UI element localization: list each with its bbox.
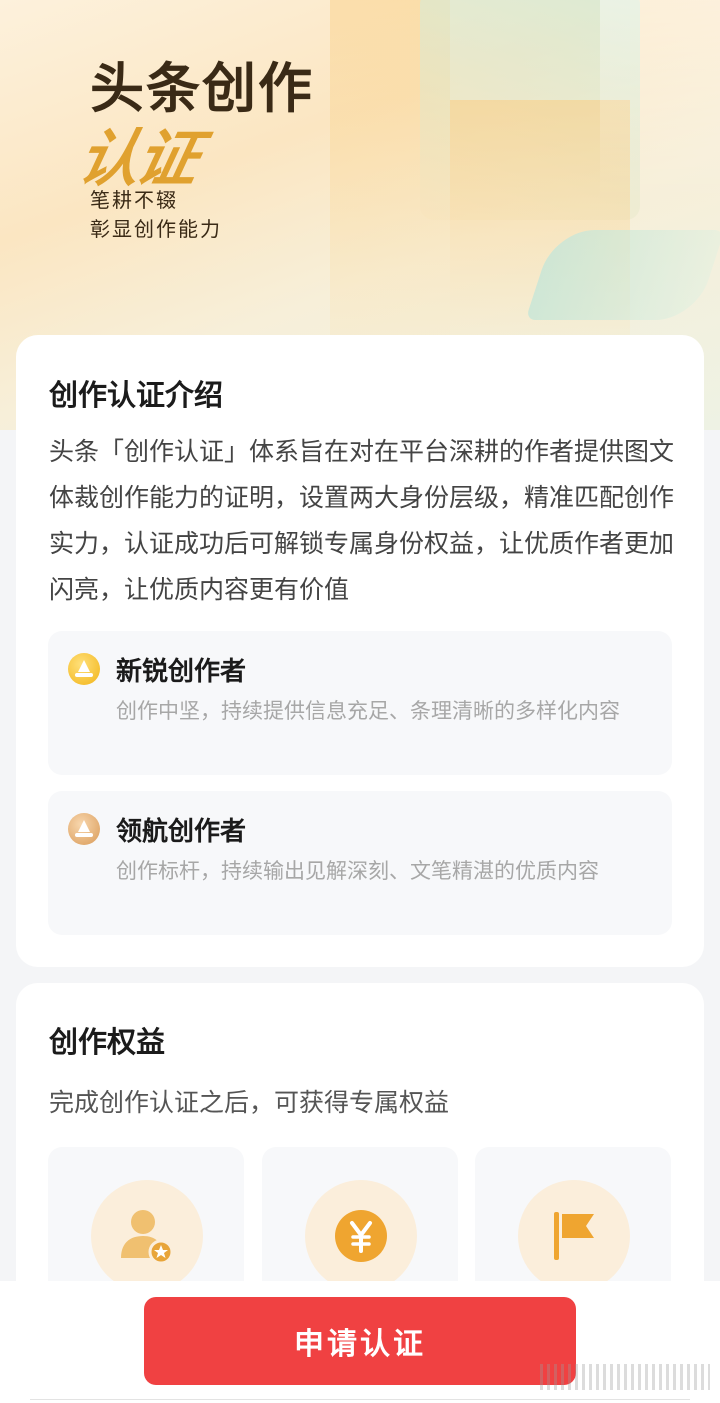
watermark	[540, 1364, 710, 1390]
hero-script-title: 认证	[71, 122, 203, 195]
yuan-coin-icon	[335, 1210, 387, 1262]
intro-card: 创作认证介绍 头条「创作认证」体系旨在对在平台深耕的作者提供图文体裁创作能力的证…	[16, 335, 704, 967]
decorative-shape	[600, 0, 720, 200]
level-name: 新锐创作者	[116, 657, 247, 687]
benefit-icon-bg	[518, 1180, 630, 1292]
flag-icon	[554, 1212, 594, 1260]
benefit-icon-bg	[305, 1180, 417, 1292]
intro-title: 创作认证介绍	[49, 378, 224, 412]
level-description: 创作标杆，持续输出见解深刻、文笔精湛的优质内容	[116, 859, 599, 883]
bronze-sailboat-icon	[68, 813, 100, 845]
level-card-leading: 领航创作者 创作标杆，持续输出见解深刻、文笔精湛的优质内容	[48, 791, 672, 935]
rights-subtitle: 完成创作认证之后，可获得专属权益	[49, 1088, 450, 1117]
level-name: 领航创作者	[116, 817, 247, 847]
benefit-icon-bg	[91, 1180, 203, 1292]
level-card-rising: 新锐创作者 创作中坚，持续提供信息充足、条理清晰的多样化内容	[48, 631, 672, 775]
intro-description: 头条「创作认证」体系旨在对在平台深耕的作者提供图文体裁创作能力的证明，设置两大身…	[49, 437, 675, 604]
user-badge-icon	[121, 1210, 174, 1265]
hero-tagline-line2: 彰显创作能力	[90, 217, 222, 241]
apply-certification-button[interactable]: 申请认证	[144, 1297, 576, 1385]
rights-title: 创作权益	[49, 1025, 166, 1059]
gold-sailboat-icon	[68, 653, 100, 685]
hero-tagline: 笔耕不辍 彰显创作能力	[90, 186, 222, 244]
level-description: 创作中坚，持续提供信息充足、条理清晰的多样化内容	[116, 699, 620, 723]
divider	[30, 1399, 690, 1400]
hero-tagline-line1: 笔耕不辍	[90, 188, 178, 212]
